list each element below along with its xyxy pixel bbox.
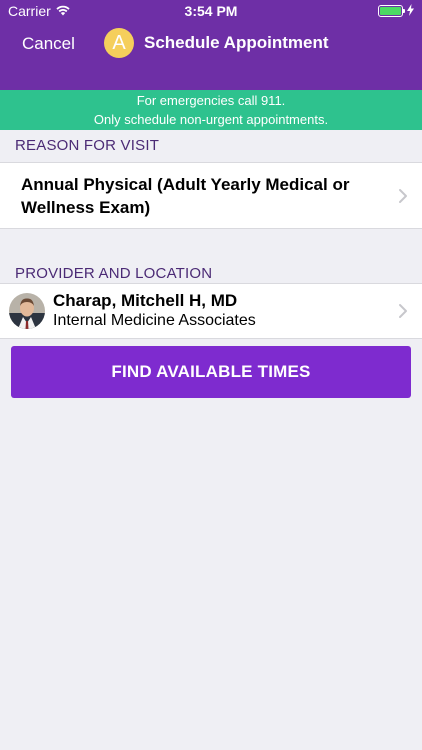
cancel-button[interactable]: Cancel [22, 34, 75, 54]
provider-info: Charap, Mitchell H, MD Internal Medicine… [53, 291, 256, 331]
nav-bar: Cancel A Schedule Appointment [0, 22, 422, 68]
header: Carrier 3:54 PM Cancel A Schedule Appoin… [0, 0, 422, 90]
battery-icon [378, 5, 405, 17]
reason-value: Annual Physical (Adult Yearly Medical or… [21, 174, 350, 217]
battery-tip [403, 9, 405, 13]
chevron-right-icon [398, 303, 408, 319]
emergency-banner: For emergencies call 911. Only schedule … [0, 90, 422, 130]
status-left: Carrier [8, 3, 70, 19]
status-right [378, 3, 414, 19]
banner-line-2: Only schedule non-urgent appointments. [93, 112, 329, 127]
provider-photo [9, 293, 45, 329]
reason-section-header: REASON FOR VISIT [15, 137, 160, 154]
provider-name: Charap, Mitchell H, MD [53, 291, 238, 310]
wifi-icon [56, 3, 70, 19]
status-bar: Carrier 3:54 PM [0, 0, 422, 22]
banner-line-1: For emergencies call 911. [136, 93, 286, 108]
chevron-right-icon [398, 188, 408, 204]
reason-for-visit-row[interactable]: Annual Physical (Adult Yearly Medical or… [0, 162, 422, 229]
nav-title-group: A Schedule Appointment [104, 28, 329, 58]
find-available-times-button[interactable]: FIND AVAILABLE TIMES [11, 346, 411, 398]
carrier-label: Carrier [8, 3, 51, 19]
provider-section-header: PROVIDER AND LOCATION [15, 265, 213, 282]
provider-row[interactable]: Charap, Mitchell H, MD Internal Medicine… [0, 283, 422, 339]
provider-location: Internal Medicine Associates [53, 312, 256, 329]
charging-bolt-icon [407, 3, 414, 19]
battery-fill [380, 7, 401, 15]
page-title: Schedule Appointment [144, 33, 329, 52]
avatar: A [104, 28, 134, 58]
